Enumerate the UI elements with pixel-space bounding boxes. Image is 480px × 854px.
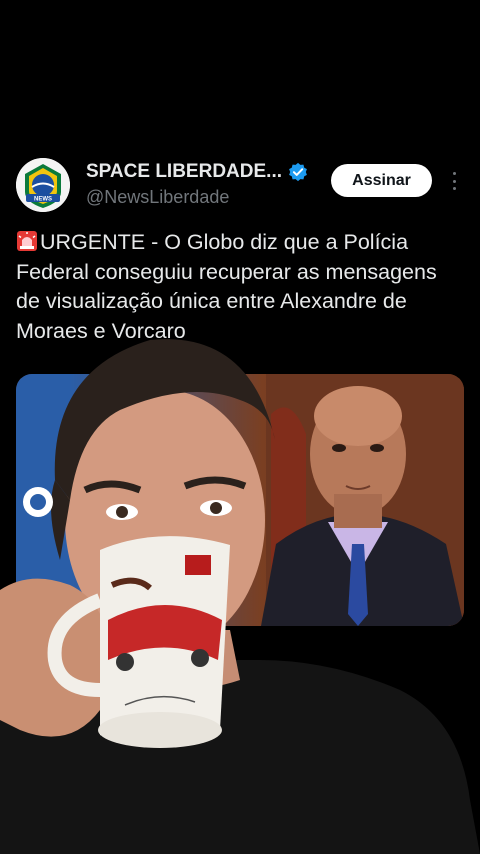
- post-body-text: URGENTE - O Globo diz que a Polícia Fede…: [16, 230, 437, 343]
- news-liberdade-logo-icon: NEWS: [16, 158, 70, 212]
- post-text: URGENTE - O Globo diz que a Polícia Fede…: [16, 228, 466, 346]
- display-name[interactable]: SPACE LIBERDADE...: [86, 161, 282, 183]
- post-media-image[interactable]: [16, 374, 464, 626]
- video-indicator-icon[interactable]: [21, 485, 55, 519]
- more-dot: [452, 172, 456, 175]
- media-photo: [16, 374, 464, 626]
- avatar[interactable]: NEWS: [16, 158, 70, 212]
- avatar-badge-text: NEWS: [34, 197, 52, 203]
- subscribe-button[interactable]: Assinar: [331, 164, 432, 197]
- handle[interactable]: @NewsLiberdade: [86, 187, 229, 208]
- post-header: NEWS SPACE LIBERDADE... @NewsLiberdade A…: [16, 158, 464, 214]
- more-options-icon[interactable]: [446, 168, 462, 194]
- more-dot: [452, 179, 456, 183]
- siren-emoji-icon: [17, 231, 37, 251]
- more-dot: [452, 187, 456, 190]
- verified-badge-icon: [289, 162, 307, 182]
- name-row: SPACE LIBERDADE...: [86, 161, 308, 183]
